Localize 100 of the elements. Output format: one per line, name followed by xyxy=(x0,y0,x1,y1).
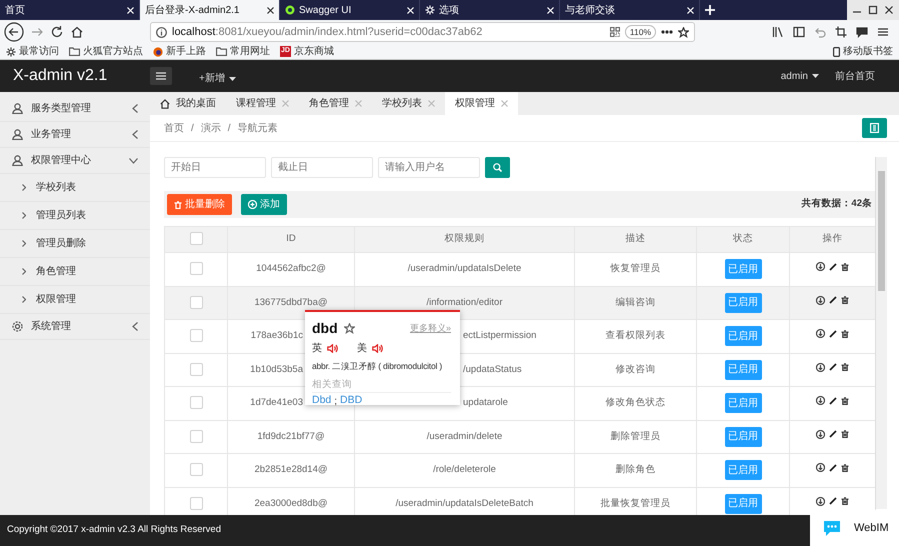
sidebar-item[interactable]: 系统管理 xyxy=(0,314,150,340)
edit-icon[interactable] xyxy=(829,497,837,506)
library-icon[interactable] xyxy=(772,26,784,38)
delete-icon[interactable] xyxy=(841,396,849,405)
bookmark[interactable]: 最常访问 xyxy=(6,44,59,59)
speaker-icon[interactable] xyxy=(372,344,383,353)
sidebar-subitem[interactable]: 学校列表 xyxy=(0,174,150,202)
chat-widget[interactable]: WebIM xyxy=(810,510,899,546)
chevron-right-icon xyxy=(22,184,26,191)
edit-icon[interactable] xyxy=(829,330,837,338)
page-tab[interactable]: 学校列表 xyxy=(372,92,445,115)
back-icon[interactable] xyxy=(4,22,24,42)
edit-icon[interactable] xyxy=(829,464,837,472)
reload-icon[interactable] xyxy=(50,25,64,39)
browser-tab[interactable]: 后台登录-X-admin2.1 xyxy=(140,0,280,20)
zoom-level[interactable]: 110% xyxy=(624,24,656,40)
row-checkbox[interactable] xyxy=(190,496,202,510)
row-checkbox[interactable] xyxy=(190,430,202,443)
row-checkbox[interactable] xyxy=(190,463,202,476)
page-tab[interactable]: 权限管理 xyxy=(445,92,518,115)
edit-icon[interactable] xyxy=(829,430,837,438)
sidebar-icon[interactable] xyxy=(793,26,805,38)
bookmark[interactable]: 火狐官方站点 xyxy=(69,44,143,59)
delete-icon[interactable] xyxy=(841,430,849,438)
add-dropdown[interactable]: +新增 xyxy=(199,71,236,86)
bookmark[interactable]: 京东商城 xyxy=(294,44,334,59)
user-dropdown[interactable]: admin xyxy=(780,68,819,84)
maximize-icon[interactable] xyxy=(866,4,880,16)
row-checkbox[interactable] xyxy=(190,296,202,309)
edit-icon[interactable] xyxy=(829,396,837,405)
close-icon[interactable] xyxy=(882,4,896,16)
download-icon[interactable] xyxy=(816,496,825,506)
edit-icon[interactable] xyxy=(829,262,837,271)
speaker-icon[interactable] xyxy=(327,344,338,353)
crop-icon[interactable] xyxy=(835,26,847,38)
chevron-right-icon xyxy=(22,212,26,219)
sidebar-item[interactable]: 服务类型管理 xyxy=(0,96,150,122)
download-icon[interactable] xyxy=(816,296,825,305)
address-field[interactable]: localhost:8081/xueyou/admin/index.html?userid=c00dac37ab62 110% xyxy=(150,22,695,42)
table-cell: 2b2851e28d14@ xyxy=(228,454,354,487)
edit-icon[interactable] xyxy=(829,363,837,372)
sidebar-item[interactable]: 业务管理 xyxy=(0,122,150,148)
download-icon[interactable] xyxy=(816,262,825,272)
delete-icon[interactable] xyxy=(841,262,849,271)
home-link[interactable]: 前台首页 xyxy=(835,68,875,84)
row-checkbox[interactable] xyxy=(190,362,202,376)
breadcrumb-link[interactable]: 首页 xyxy=(164,120,184,136)
download-icon[interactable] xyxy=(816,463,825,472)
close-icon[interactable] xyxy=(267,6,274,14)
breadcrumb-link[interactable]: 导航元素 xyxy=(238,120,278,136)
delete-icon[interactable] xyxy=(841,497,849,506)
menu-icon[interactable] xyxy=(877,26,889,38)
page-tab[interactable]: 角色管理 xyxy=(299,92,372,115)
download-icon[interactable] xyxy=(816,329,825,338)
date-field[interactable]: 截止日 xyxy=(271,157,373,178)
row-checkbox[interactable] xyxy=(190,262,202,276)
chat-icon[interactable] xyxy=(856,26,868,38)
star-icon[interactable] xyxy=(678,26,689,38)
chevron-left-icon xyxy=(132,130,138,139)
delete-icon[interactable] xyxy=(841,296,849,304)
scrollbar[interactable] xyxy=(875,157,887,509)
caret-icon xyxy=(228,76,236,80)
separator-text: ; xyxy=(334,394,338,409)
star-icon[interactable] xyxy=(344,323,355,334)
download-icon[interactable] xyxy=(816,430,825,439)
sidebar-subitem[interactable]: 管理员列表 xyxy=(0,202,150,230)
delete-icon[interactable] xyxy=(841,363,849,372)
sidebar-subitem[interactable]: 管理员删除 xyxy=(0,230,150,258)
column-header: 描述 xyxy=(574,226,696,252)
trash-icon xyxy=(174,200,182,208)
bookmark[interactable]: 移动版书签 xyxy=(833,44,893,59)
home-icon[interactable] xyxy=(70,25,84,39)
search-icon xyxy=(493,163,502,172)
row-checkbox[interactable] xyxy=(190,396,202,410)
delete-icon[interactable] xyxy=(841,464,849,472)
sidebar-item[interactable]: 权限管理中心 xyxy=(0,148,150,174)
pronunciation-label: 英 xyxy=(312,342,322,356)
username-field[interactable]: 请输入用户名 xyxy=(378,157,480,178)
page-tab[interactable]: 课程管理 xyxy=(226,92,299,115)
page-tab[interactable]: 我的桌面 xyxy=(150,92,226,115)
undo-icon[interactable] xyxy=(814,26,826,38)
add-button[interactable]: 添加 xyxy=(241,194,287,215)
delete-icon[interactable] xyxy=(841,330,849,338)
download-icon[interactable] xyxy=(816,362,825,372)
info-icon xyxy=(156,26,167,38)
refresh-button[interactable] xyxy=(862,118,887,138)
sidebar-subitem[interactable]: 角色管理 xyxy=(0,258,150,286)
related-heading: 相关查询 xyxy=(312,378,451,394)
breadcrumb-link[interactable]: 演示 xyxy=(200,120,221,136)
select-all-checkbox[interactable] xyxy=(190,232,202,246)
row-checkbox[interactable] xyxy=(190,329,202,342)
bookmark[interactable]: 常用网址 xyxy=(216,44,270,59)
edit-icon[interactable] xyxy=(829,296,837,304)
menu-button[interactable] xyxy=(150,67,172,85)
qr-code-icon[interactable] xyxy=(610,27,620,37)
sidebar-subitem[interactable]: 权限管理 xyxy=(0,286,150,314)
download-icon[interactable] xyxy=(816,396,825,406)
search-button[interactable] xyxy=(485,157,510,178)
date-field[interactable]: 开始日 xyxy=(164,157,266,178)
bookmark[interactable]: 新手上路 xyxy=(153,44,206,59)
